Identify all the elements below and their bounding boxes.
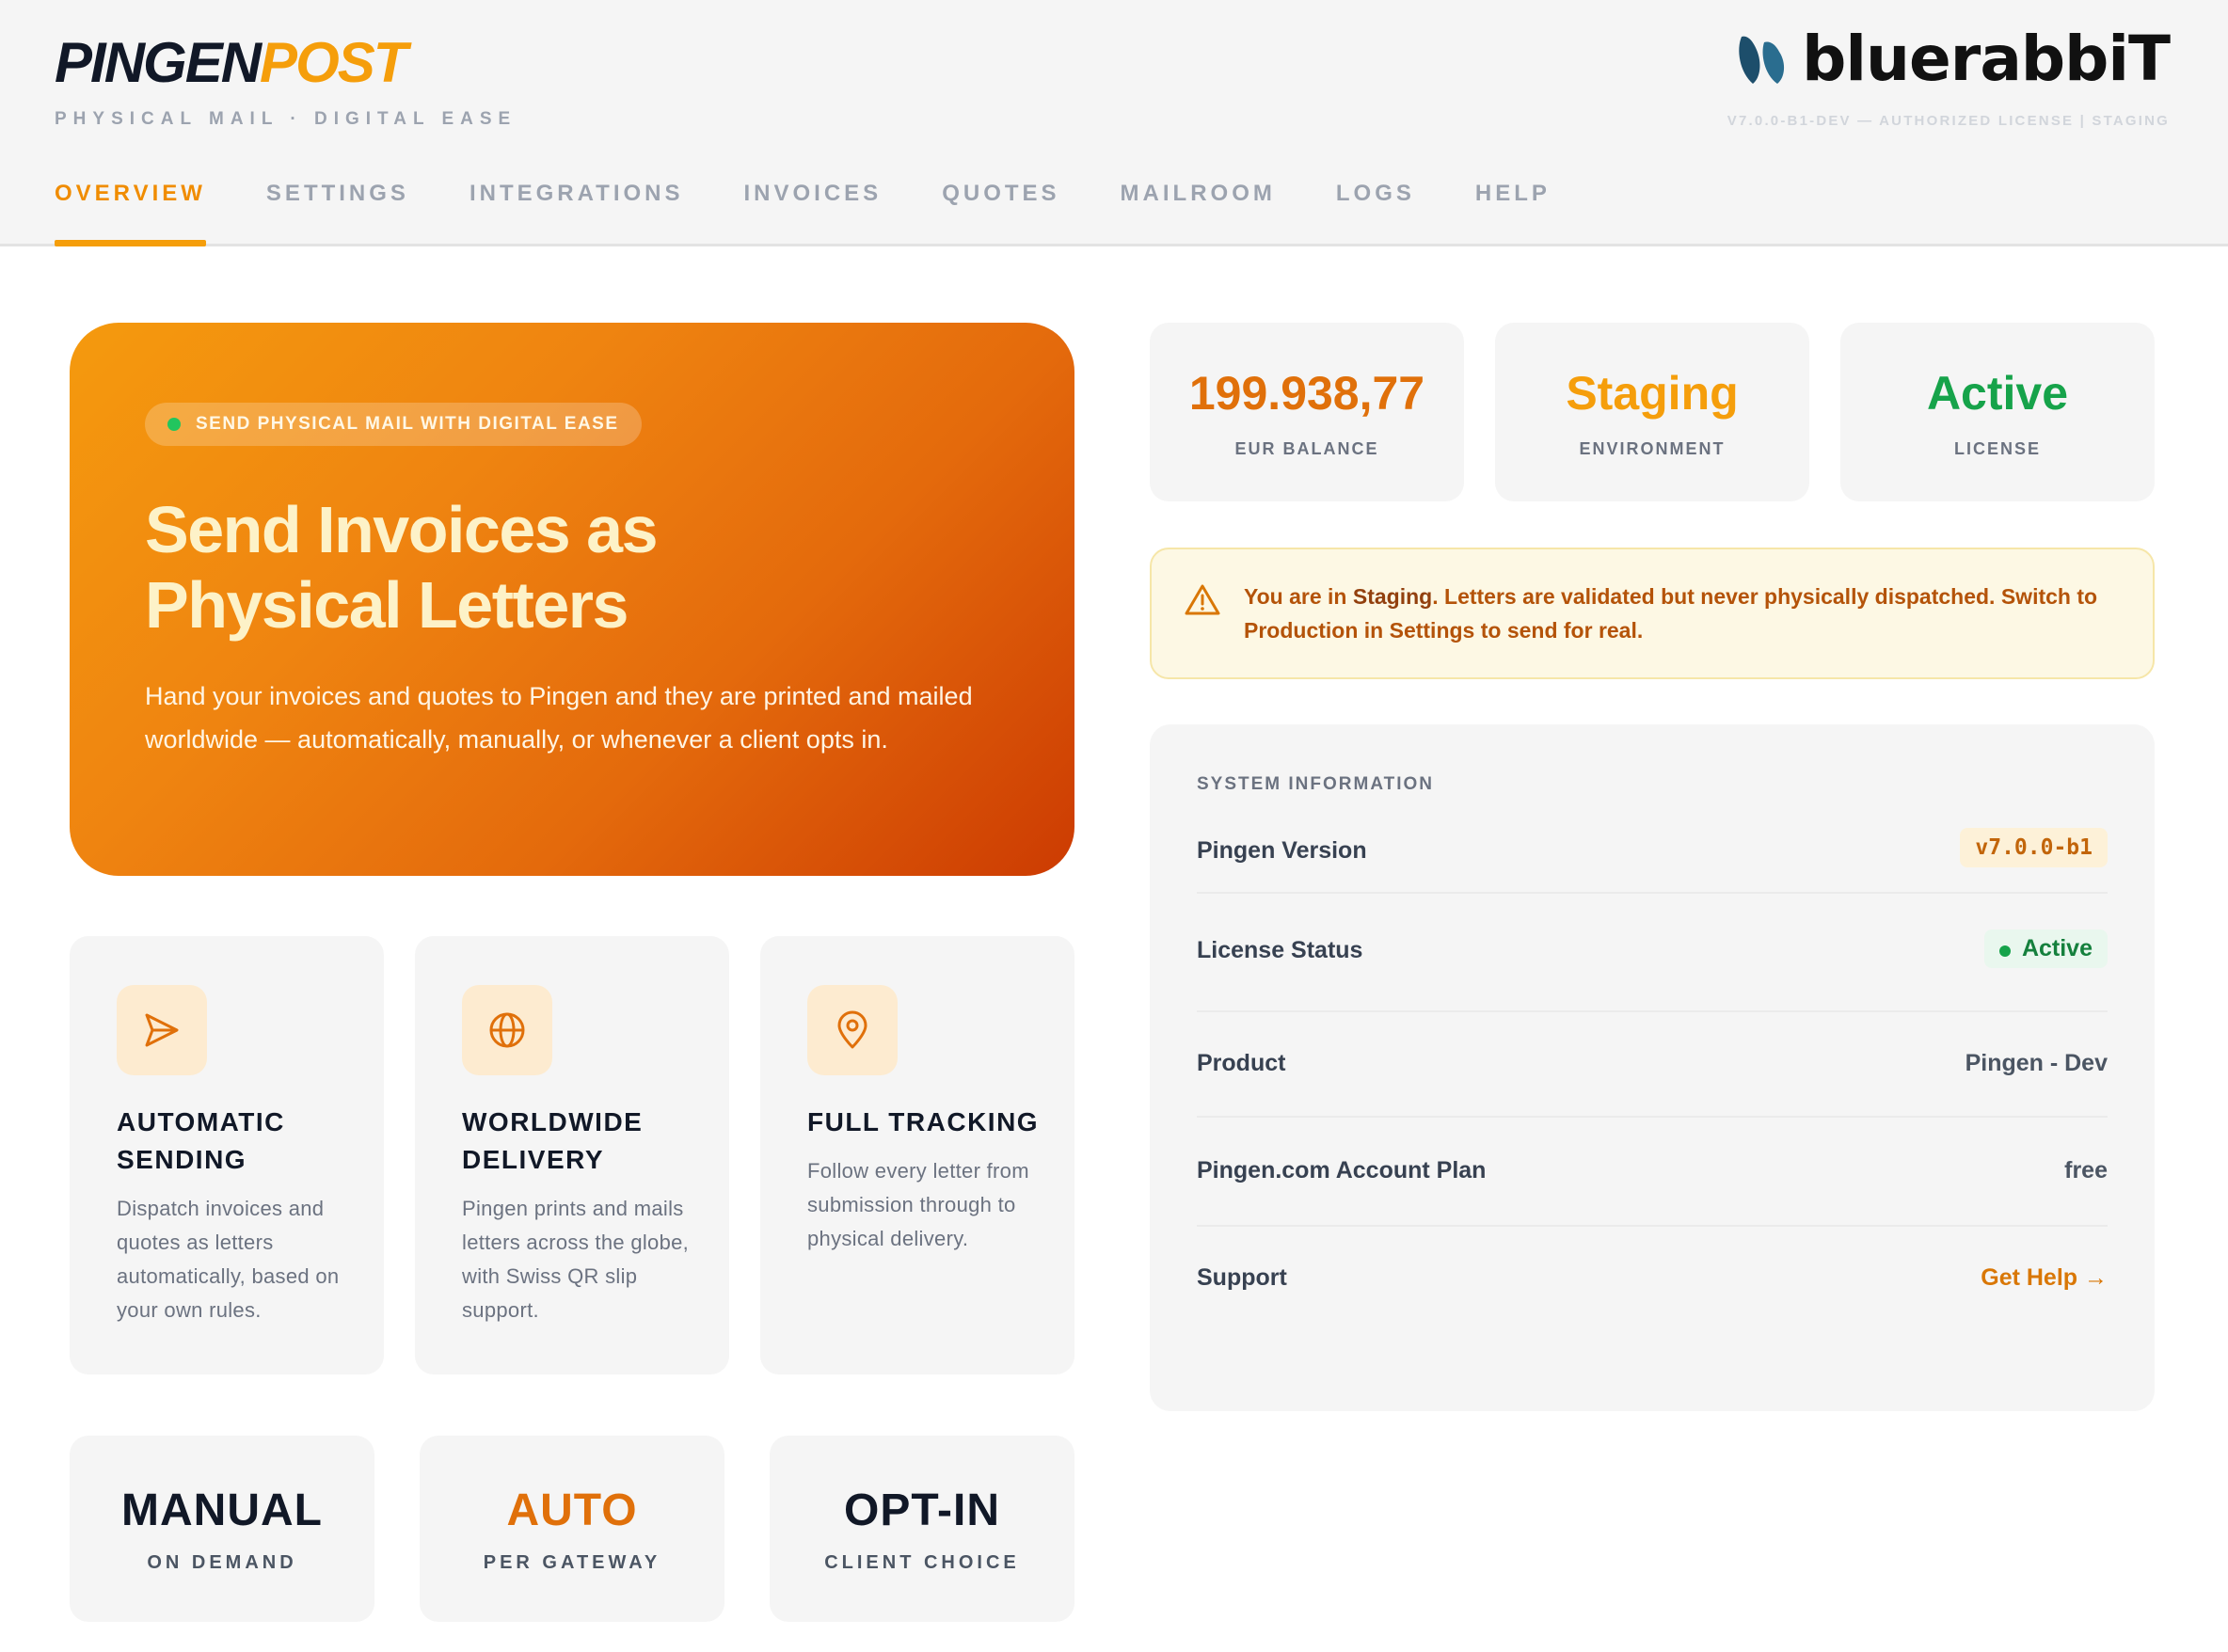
hero-description: Hand your invoices and quotes to Pingen … <box>145 682 973 754</box>
feature-title: WORLDWIDE DELIVERY <box>462 1107 644 1174</box>
bluerabbit-brand: bluerabbiT <box>1736 23 2171 95</box>
hero-title-line-2: Physical Letters <box>145 568 629 642</box>
app-header: PINGENPOST PHYSICAL MAIL · DIGITAL EASE … <box>0 0 2228 246</box>
tab-quotes[interactable]: QUOTES <box>942 173 1059 246</box>
warning-triangle-icon <box>1185 584 1220 615</box>
license-status-label: License Status <box>1197 937 1363 963</box>
warning-env: Staging <box>1352 584 1433 609</box>
account-plan-row: Pingen.com Account Plan free <box>1197 1118 2108 1227</box>
mode-card-auto: AUTO PER GATEWAY <box>420 1436 724 1622</box>
support-row: Support Get Help → <box>1197 1227 2108 1336</box>
tab-logs[interactable]: LOGS <box>1336 173 1415 246</box>
product-label: Product <box>1197 1050 1286 1076</box>
mode-card-opt-in: OPT-IN CLIENT CHOICE <box>770 1436 1074 1622</box>
mode-label: ON DEMAND <box>147 1552 297 1573</box>
license-label: LICENSE <box>1953 439 2041 458</box>
tab-invoices[interactable]: INVOICES <box>744 173 883 246</box>
feature-description: Pingen prints and mails letters across t… <box>462 1197 690 1322</box>
feature-title: AUTOMATIC SENDING <box>117 1107 285 1174</box>
feature-card-automatic-sending: AUTOMATIC SENDING Dispatch invoices and … <box>70 936 384 1374</box>
tab-settings[interactable]: SETTINGS <box>266 173 409 246</box>
balance-label: EUR BALANCE <box>1234 439 1379 458</box>
feature-description: Follow every letter from submission thro… <box>807 1159 1029 1250</box>
mode-value: MANUAL <box>121 1485 323 1535</box>
account-plan-value: free <box>2064 1157 2108 1183</box>
main-nav: OVERVIEW SETTINGS INTEGRATIONS INVOICES … <box>55 173 1611 246</box>
system-information-heading: SYSTEM INFORMATION <box>1197 774 1435 794</box>
mode-label: CLIENT CHOICE <box>824 1552 1020 1573</box>
globe-icon <box>489 1012 525 1048</box>
license-status-badge: Active <box>1983 929 2108 968</box>
version-badge: v7.0.0-b1 <box>1960 828 2108 867</box>
location-pin-icon <box>837 1010 867 1049</box>
get-help-link[interactable]: Get Help → <box>1981 1264 2108 1292</box>
active-dot <box>1998 945 2011 957</box>
logo-part-pingen: PINGEN <box>55 31 262 94</box>
mode-value: OPT-IN <box>843 1485 1000 1535</box>
balance-stat-card: 199.938,77 EUR BALANCE <box>1150 323 1464 501</box>
version-label: Pingen Version <box>1197 837 1367 864</box>
feature-card-worldwide-delivery: WORLDWIDE DELIVERY Pingen prints and mai… <box>415 936 729 1374</box>
mode-label: PER GATEWAY <box>483 1552 661 1573</box>
logo-part-post: POST <box>260 31 407 94</box>
tagline: PHYSICAL MAIL · DIGITAL EASE <box>55 109 517 129</box>
environment-stat-card: Staging ENVIRONMENT <box>1495 323 1809 501</box>
product-value: Pingen - Dev <box>1965 1050 2108 1076</box>
version-license-line: V7.0.0-B1-DEV — AUTHORIZED LICENSE | STA… <box>1727 113 2170 129</box>
feature-description: Dispatch invoices and quotes as letters … <box>117 1197 340 1322</box>
balance-value: 199.938,77 <box>1188 367 1425 420</box>
status-dot <box>167 418 181 431</box>
tab-help[interactable]: HELP <box>1475 173 1551 246</box>
mode-card-manual: MANUAL ON DEMAND <box>70 1436 374 1622</box>
pingenpost-logo: PINGENPOST <box>55 28 407 98</box>
feature-card-full-tracking: FULL TRACKING Follow every letter from s… <box>760 936 1074 1374</box>
warning-prefix: You are in <box>1244 584 1353 609</box>
system-information-panel: SYSTEM INFORMATION Pingen Version v7.0.0… <box>1150 724 2155 1411</box>
license-stat-card: Active LICENSE <box>1840 323 2155 501</box>
account-plan-label: Pingen.com Account Plan <box>1197 1157 1487 1183</box>
tab-integrations[interactable]: INTEGRATIONS <box>469 173 684 246</box>
hero-title: Send Invoices as Physical Letters <box>145 492 992 643</box>
version-row: Pingen Version v7.0.0-b1 <box>1197 800 2108 894</box>
environment-value: Staging <box>1566 367 1739 420</box>
hero-pill-badge: SEND PHYSICAL MAIL WITH DIGITAL EASE <box>145 403 642 446</box>
feature-icon-box <box>807 985 898 1075</box>
rabbit-ears-icon <box>1739 36 1785 84</box>
support-label: Support <box>1197 1264 1287 1291</box>
feature-icon-box <box>117 985 207 1075</box>
mode-value: AUTO <box>506 1485 638 1535</box>
brand-name: bluerabbiT <box>1802 23 2171 95</box>
environment-label: ENVIRONMENT <box>1579 439 1726 458</box>
license-status-value: Active <box>2021 935 2093 961</box>
product-row: Product Pingen - Dev <box>1197 1012 2108 1118</box>
feature-icon-box <box>462 985 552 1075</box>
send-icon <box>145 1013 179 1047</box>
tab-overview[interactable]: OVERVIEW <box>55 173 206 246</box>
hero-title-line-1: Send Invoices as <box>145 493 659 566</box>
license-value: Active <box>1926 367 2069 420</box>
staging-warning-banner: You are in Staging. Letters are validate… <box>1150 548 2155 679</box>
tab-mailroom[interactable]: MAILROOM <box>1121 173 1276 246</box>
warning-text: You are in Staging. Letters are validate… <box>1244 580 2128 647</box>
hero-banner: SEND PHYSICAL MAIL WITH DIGITAL EASE Sen… <box>70 323 1074 876</box>
hero-pill-text: SEND PHYSICAL MAIL WITH DIGITAL EASE <box>196 414 619 434</box>
feature-title: FULL TRACKING <box>807 1107 1040 1136</box>
license-status-row: License Status Active <box>1197 894 2108 1012</box>
